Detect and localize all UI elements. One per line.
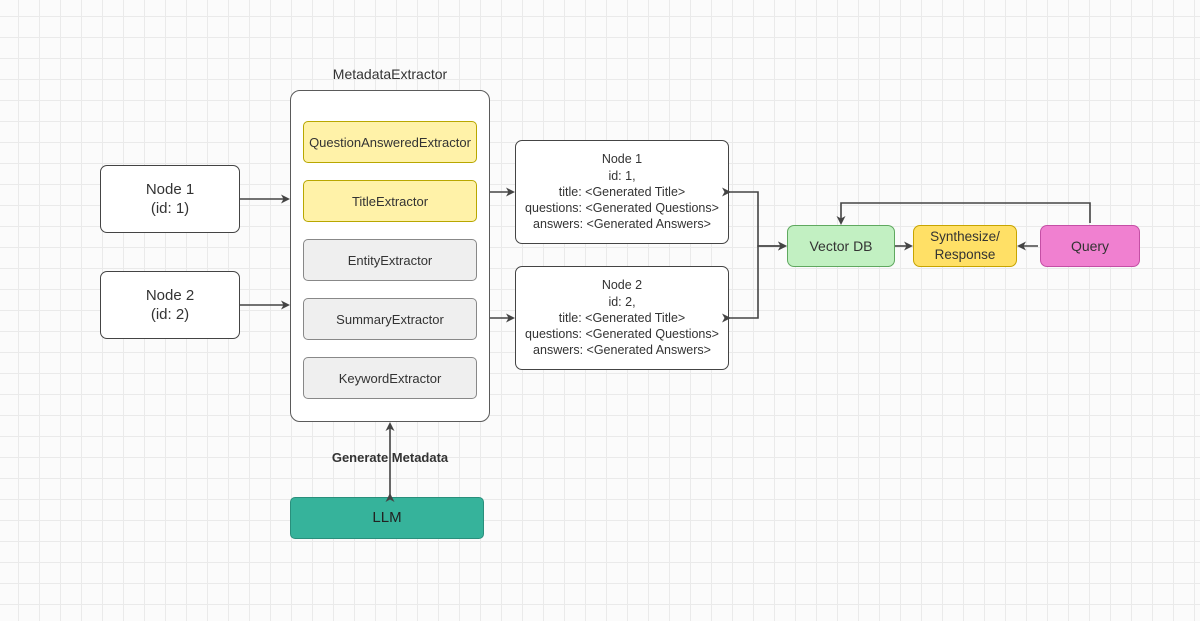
output-node-1-id: id: 1,	[525, 168, 719, 184]
output-node-1-answers: answers: <Generated Answers>	[525, 216, 719, 232]
output-node-1: Node 1 id: 1, title: <Generated Title> q…	[515, 140, 729, 244]
extractor-question-answered: QuestionAnsweredExtractor	[303, 121, 477, 163]
output-node-2-titleline: title: <Generated Title>	[525, 310, 719, 326]
output-node-2: Node 2 id: 2, title: <Generated Title> q…	[515, 266, 729, 370]
output-node-1-titleline: title: <Generated Title>	[525, 184, 719, 200]
output-node-1-questions: questions: <Generated Questions>	[525, 200, 719, 216]
extractor-summary: SummaryExtractor	[303, 298, 477, 340]
input-node-1-title: Node 1	[146, 180, 194, 200]
output-node-2-answers: answers: <Generated Answers>	[525, 342, 719, 358]
input-node-2-id: (id: 2)	[146, 305, 194, 325]
vector-db-box: Vector DB	[787, 225, 895, 267]
output-node-2-title: Node 2	[525, 277, 719, 293]
output-node-2-questions: questions: <Generated Questions>	[525, 326, 719, 342]
synthesize-response-box: Synthesize/ Response	[913, 225, 1017, 267]
input-node-2-title: Node 2	[146, 286, 194, 306]
synth-line2: Response	[930, 246, 1000, 264]
output-node-1-title: Node 1	[525, 151, 719, 167]
generate-metadata-label: Generate Metadata	[290, 450, 490, 465]
metadata-extractor-title: MetadataExtractor	[290, 66, 490, 82]
input-node-1-id: (id: 1)	[146, 199, 194, 219]
input-node-2: Node 2 (id: 2)	[100, 271, 240, 339]
synth-line1: Synthesize/	[930, 228, 1000, 246]
diagram-canvas: MetadataExtractor Node 1 (id: 1) Node 2 …	[0, 0, 1200, 621]
input-node-1: Node 1 (id: 1)	[100, 165, 240, 233]
query-box: Query	[1040, 225, 1140, 267]
output-node-2-id: id: 2,	[525, 294, 719, 310]
llm-box: LLM	[290, 497, 484, 539]
extractor-keyword: KeywordExtractor	[303, 357, 477, 399]
extractor-entity: EntityExtractor	[303, 239, 477, 281]
extractor-title: TitleExtractor	[303, 180, 477, 222]
